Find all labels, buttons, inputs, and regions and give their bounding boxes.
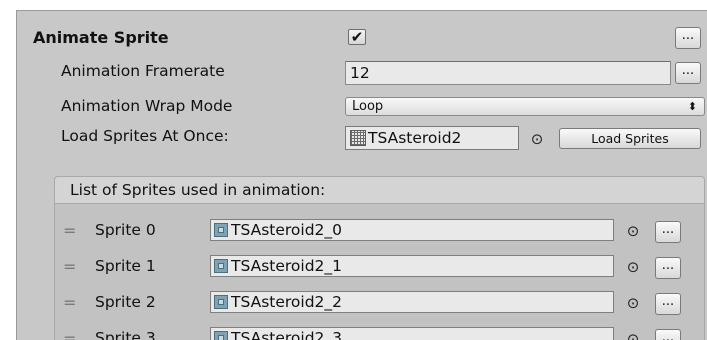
sprite-icon	[214, 223, 228, 237]
sprite-options-button[interactable]: ...	[655, 257, 681, 279]
load-sprites-object-value: TSAsteroid2	[368, 129, 462, 147]
sprite-options-button[interactable]: ...	[655, 221, 681, 243]
inspector-panel: Animate Sprite ✔ ... Animation Framerate…	[16, 10, 707, 340]
dropdown-arrow-icon: ⬍	[687, 100, 697, 113]
sprite-object-field[interactable]: TSAsteroid2_3	[210, 327, 614, 340]
framerate-input[interactable]: 12	[345, 61, 671, 85]
load-sprites-button[interactable]: Load Sprites	[559, 128, 701, 149]
wrap-mode-dropdown[interactable]: Loop ⬍	[345, 97, 705, 116]
load-sprites-object-field[interactable]: TSAsteroid2	[345, 126, 519, 150]
sprite-object-field[interactable]: TSAsteroid2_1	[210, 255, 614, 277]
component-options-button[interactable]: ...	[675, 27, 701, 49]
component-title[interactable]: Animate Sprite	[33, 28, 169, 47]
list-item-label: Sprite 3	[95, 329, 156, 340]
object-picker-target-icon[interactable]: ⊙	[625, 221, 641, 241]
sprite-object-value: TSAsteroid2_2	[231, 293, 343, 311]
sprite-icon	[214, 295, 228, 309]
sprite-list-header: List of Sprites used in animation:	[54, 176, 705, 204]
sprite-object-value: TSAsteroid2_1	[231, 257, 343, 275]
object-picker-target-icon[interactable]: ⊙	[625, 293, 641, 313]
sprite-object-field[interactable]: TSAsteroid2_0	[210, 219, 614, 241]
sprite-options-button[interactable]: ...	[655, 293, 681, 315]
sprite-object-field[interactable]: TSAsteroid2_2	[210, 291, 614, 313]
load-sprites-label: Load Sprites At Once:	[61, 127, 229, 145]
list-item-label: Sprite 2	[95, 293, 156, 311]
drag-handle-icon[interactable]: =	[63, 221, 76, 240]
sprite-object-value: TSAsteroid2_0	[231, 221, 343, 239]
list-item-label: Sprite 1	[95, 257, 156, 275]
sprite-icon	[214, 331, 228, 340]
sprite-icon	[214, 259, 228, 273]
framerate-options-button[interactable]: ...	[675, 62, 701, 84]
drag-handle-icon[interactable]: =	[63, 293, 76, 312]
wrap-mode-value: Loop	[352, 99, 384, 114]
object-picker-target-icon[interactable]: ⊙	[625, 329, 641, 340]
sprite-object-value: TSAsteroid2_3	[231, 329, 343, 340]
object-picker-target-icon[interactable]: ⊙	[625, 257, 641, 277]
object-picker-target-icon[interactable]: ⊙	[529, 129, 545, 149]
list-item-label: Sprite 0	[95, 221, 156, 239]
wrap-mode-label: Animation Wrap Mode	[61, 97, 233, 115]
sprite-options-button[interactable]: ...	[655, 329, 681, 340]
drag-handle-icon[interactable]: =	[63, 329, 76, 340]
enabled-checkbox[interactable]: ✔	[348, 29, 366, 45]
texture-grid-icon	[350, 130, 366, 146]
drag-handle-icon[interactable]: =	[63, 257, 76, 276]
framerate-label: Animation Framerate	[61, 62, 225, 80]
